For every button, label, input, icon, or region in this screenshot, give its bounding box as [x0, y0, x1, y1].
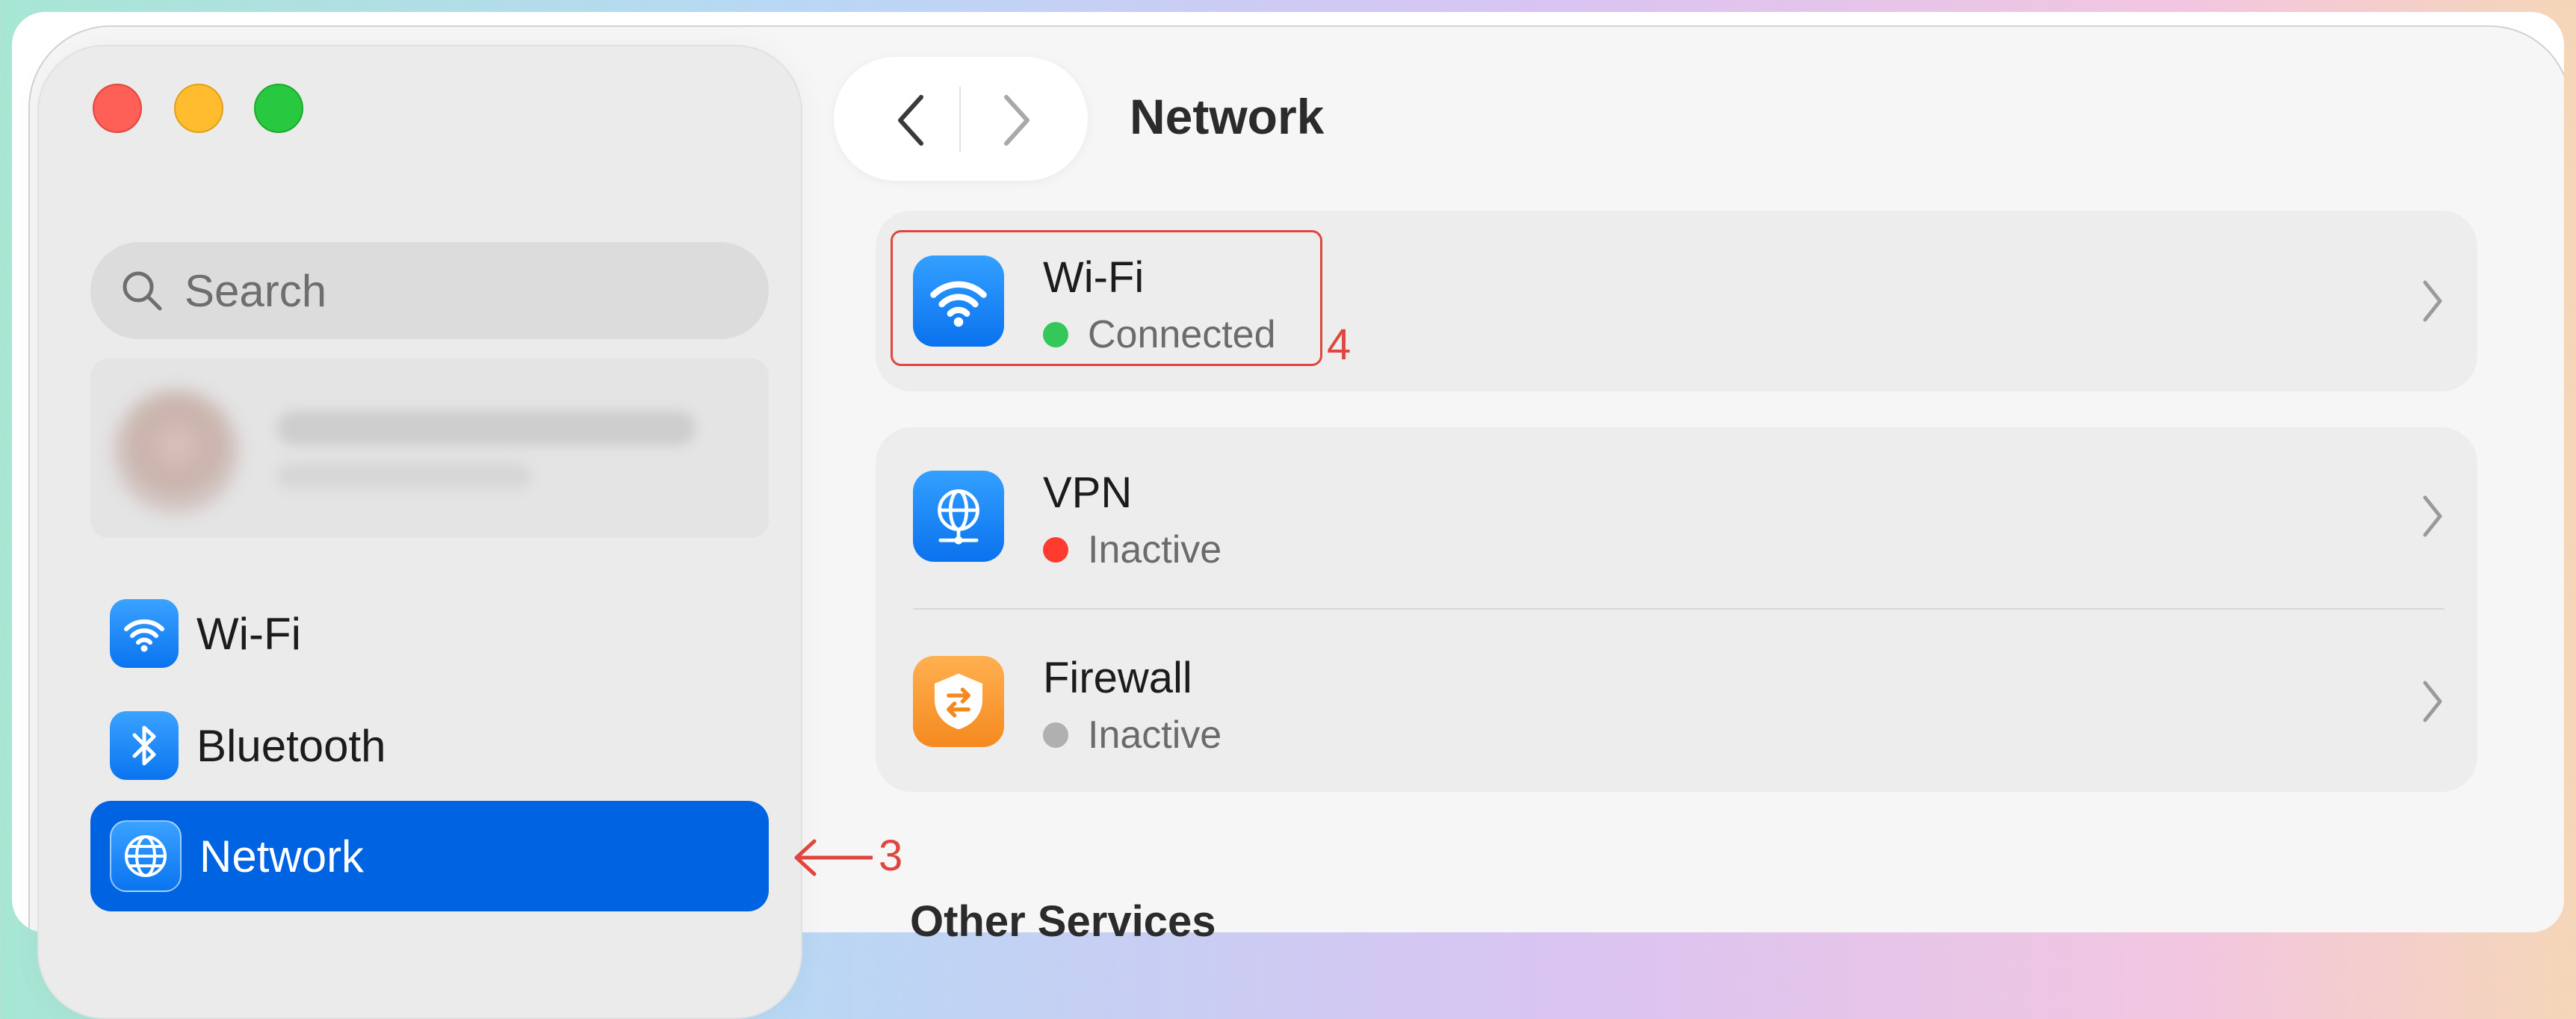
sidebar-item-network[interactable]: Network	[90, 801, 769, 911]
globe-icon	[110, 820, 182, 892]
chevron-right-icon	[2423, 495, 2442, 537]
sidebar-item-bluetooth[interactable]: Bluetooth	[90, 690, 769, 801]
sidebar-item-wifi[interactable]: Wi-Fi	[90, 578, 769, 689]
service-status: Inactive	[1043, 713, 1222, 758]
chevron-left-icon	[898, 95, 923, 146]
service-row-vpn[interactable]: VPN Inactive	[876, 430, 2477, 602]
search-icon	[123, 271, 162, 311]
sidebar-item-label: Bluetooth	[196, 720, 386, 771]
navigation-controls	[834, 57, 1088, 181]
sidebar-item-label: Wi-Fi	[196, 608, 301, 659]
chevron-right-icon	[2423, 280, 2442, 322]
back-button[interactable]	[877, 87, 944, 154]
zoom-button[interactable]	[254, 84, 303, 133]
bluetooth-icon	[110, 711, 179, 780]
close-button[interactable]	[93, 84, 142, 133]
vpn-firewall-card: VPN Inactive Firewall Inactive	[876, 427, 2477, 792]
status-dot	[1043, 537, 1068, 563]
avatar	[113, 388, 240, 515]
annotation-highlight-box	[891, 230, 1322, 366]
search-placeholder: Search	[185, 265, 327, 316]
nav-separator	[959, 87, 961, 152]
account-name-blurred	[277, 411, 696, 445]
service-row-firewall[interactable]: Firewall Inactive	[876, 616, 2477, 787]
sidebar-item-label: Network	[199, 831, 365, 882]
status-text: Inactive	[1088, 713, 1222, 757]
minimize-button[interactable]	[174, 84, 223, 133]
firewall-shield-icon	[913, 656, 1004, 747]
service-title: Firewall	[1043, 654, 1192, 702]
vpn-globe-icon	[913, 471, 1004, 562]
search-field[interactable]: Search	[90, 242, 769, 339]
status-text: Inactive	[1088, 528, 1222, 572]
chevron-right-icon	[1004, 95, 1030, 146]
wifi-icon	[110, 599, 179, 668]
row-divider	[913, 608, 2445, 610]
page-title: Network	[1130, 89, 1325, 144]
account-subtitle-blurred	[277, 463, 531, 489]
chevron-right-icon	[2423, 681, 2442, 722]
annotation-step-4: 4	[1327, 320, 1352, 369]
forward-button[interactable]	[983, 87, 1050, 154]
status-dot	[1043, 722, 1068, 748]
annotation-arrow-icon	[794, 839, 873, 876]
account-card-blurred[interactable]	[90, 359, 769, 538]
service-status: Inactive	[1043, 527, 1222, 572]
section-heading-other-services: Other Services	[910, 897, 1216, 946]
annotation-step-3: 3	[879, 831, 903, 880]
service-title: VPN	[1043, 468, 1133, 517]
